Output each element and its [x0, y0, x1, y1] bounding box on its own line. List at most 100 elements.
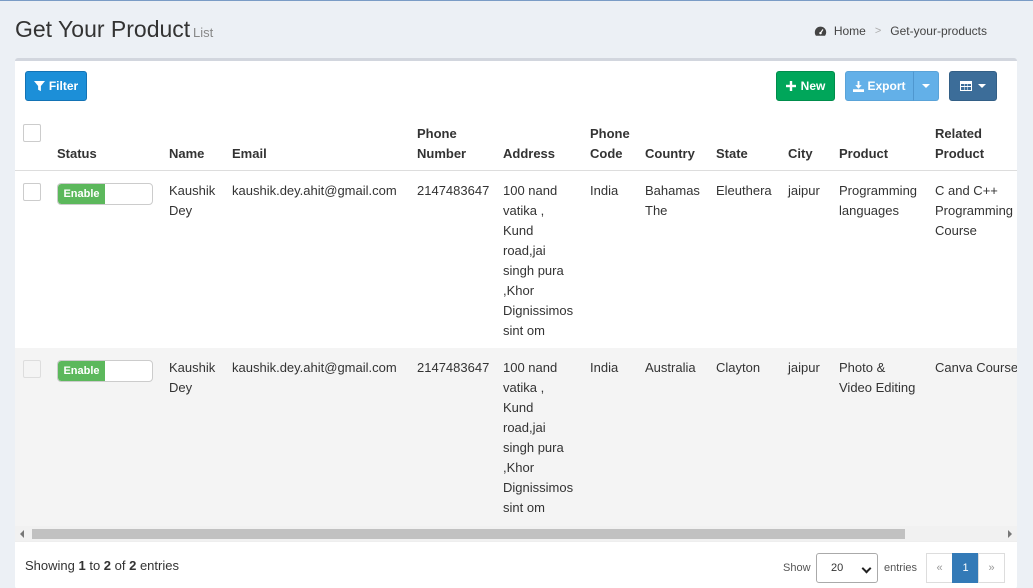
chevron-down-icon [978, 84, 986, 88]
export-label: Export [867, 79, 906, 93]
table-row: Enable Kaushik Dey kaushik.dey.ahit@gmai… [15, 348, 1017, 526]
column-header-status[interactable]: Status [57, 144, 97, 164]
cell-line: vatika , [503, 203, 545, 218]
cell-line: road,jai [503, 420, 546, 435]
column-header-city[interactable]: City [788, 144, 813, 164]
cell-address: 100 nand vatika , Kund road,jai singh pu… [503, 358, 573, 518]
page-size-select[interactable]: 20 [816, 553, 878, 583]
row-checkbox[interactable] [23, 360, 41, 378]
showing-of-word: of [111, 558, 130, 573]
cell-line: Programming [839, 183, 918, 198]
cell-line: Dignissimos [503, 303, 574, 318]
cell-state: Clayton [716, 360, 761, 375]
cell-name: Kaushik Dey [169, 181, 215, 221]
cell-line: singh pura [503, 263, 564, 278]
status-toggle[interactable]: Enable [57, 183, 153, 205]
showing-entries-text: Showing 1 to 2 of 2 entries [25, 558, 179, 573]
breadcrumb-home[interactable]: Home [834, 24, 866, 38]
horizontal-scrollbar[interactable] [15, 526, 1017, 541]
row-checkbox[interactable] [23, 183, 41, 201]
select-all-checkbox[interactable] [23, 124, 41, 142]
cell-line: Video Editing [839, 380, 916, 395]
breadcrumb-current: Get-your-products [890, 24, 987, 38]
cell-line: Course [935, 223, 977, 238]
products-table: Status Name Email Phone Number Address P… [15, 113, 1017, 526]
cell-email: kaushik.dey.ahit@gmail.com [232, 360, 397, 375]
column-header-address[interactable]: Address [503, 144, 555, 164]
page-title: Get Your Product [15, 16, 191, 42]
toggle-on-label: Enable [58, 184, 105, 204]
show-label: Show [783, 562, 811, 574]
column-header-state[interactable]: State [716, 144, 748, 164]
showing-prefix: Showing [25, 558, 79, 573]
cell-line: Kaushik [169, 360, 216, 375]
columns-toggle-button[interactable] [949, 71, 997, 101]
cell-line: languages [839, 203, 899, 218]
new-label: New [800, 79, 826, 93]
cell-line: vatika , [503, 380, 545, 395]
download-icon [853, 80, 865, 92]
cell-city: jaipur [788, 183, 820, 198]
filter-icon [33, 80, 45, 91]
cell-related-product: Canva Course [935, 358, 1017, 378]
filter-button[interactable]: Filter [25, 71, 87, 101]
cell-line: ,Khor [503, 283, 535, 298]
cell-line: Canva Course [935, 360, 1017, 375]
cell-city: jaipur [788, 360, 820, 375]
cell-line: Australia [645, 360, 696, 375]
column-header-product[interactable]: Product [839, 144, 888, 164]
pagination-prev[interactable]: « [926, 553, 953, 583]
cell-address: 100 nand vatika , Kund road,jai singh pu… [503, 181, 573, 341]
showing-to-word: to [85, 558, 104, 573]
product-list-box: Filter New Export Status Name Email Phon… [15, 58, 1017, 588]
plus-icon [785, 81, 796, 91]
cell-related-product: C and C++ Programming Course [935, 181, 1013, 241]
chevron-down-icon [861, 563, 872, 574]
new-button[interactable]: New [776, 71, 835, 101]
cell-line: road,jai [503, 243, 546, 258]
cell-line: Kund [503, 400, 534, 415]
cell-phone: 2147483647 [417, 183, 490, 198]
export-button[interactable]: Export [845, 71, 914, 101]
cell-line: Programming [935, 203, 1014, 218]
breadcrumb-separator: > [874, 25, 882, 37]
chevron-down-icon [922, 84, 930, 88]
scroll-right-icon[interactable] [1008, 530, 1012, 538]
cell-line: Dey [169, 380, 193, 395]
cell-name: Kaushik Dey [169, 358, 215, 398]
pagination-page-1[interactable]: 1 [952, 553, 979, 583]
header-text: Product [935, 146, 985, 161]
cell-line: C and C++ [935, 183, 998, 198]
column-header-email[interactable]: Email [232, 144, 267, 164]
cell-line: Dey [169, 203, 193, 218]
export-dropdown-toggle[interactable] [913, 71, 939, 101]
column-header-country[interactable]: Country [645, 144, 695, 164]
scrollbar-thumb[interactable] [32, 529, 905, 539]
column-header-phone-code[interactable]: Phone Code [590, 124, 630, 164]
column-header-phone-number[interactable]: Phone Number [417, 124, 466, 164]
showing-suffix: entries [136, 558, 179, 573]
toggle-on-label: Enable [58, 361, 105, 381]
cell-line: singh pura [503, 440, 564, 455]
status-toggle[interactable]: Enable [57, 360, 153, 382]
cell-line: 100 nand [503, 360, 558, 375]
cell-line: Kaushik [169, 183, 216, 198]
cell-line: sint om [503, 323, 545, 338]
header-text: Related [935, 126, 982, 141]
cell-email: kaushik.dey.ahit@gmail.com [232, 183, 397, 198]
cell-country: Australia [645, 358, 696, 378]
grid-toolbar: Filter New Export [15, 61, 1017, 113]
page-size-value: 20 [831, 562, 844, 574]
dashboard-icon [814, 26, 827, 36]
cell-line: Bahamas [645, 183, 700, 198]
column-header-related-product[interactable]: Related Product [935, 124, 984, 164]
table-footer: Showing 1 to 2 of 2 entries Show 20 entr… [15, 541, 1017, 588]
pagination-next[interactable]: » [978, 553, 1005, 583]
column-header-name[interactable]: Name [169, 144, 204, 164]
scroll-left-icon[interactable] [20, 530, 24, 538]
filter-label: Filter [48, 79, 79, 93]
pagination: « 1 » [926, 553, 1005, 583]
entries-label: entries [884, 562, 918, 574]
cell-phone: 2147483647 [417, 360, 490, 375]
cell-country: Bahamas The [645, 181, 700, 221]
